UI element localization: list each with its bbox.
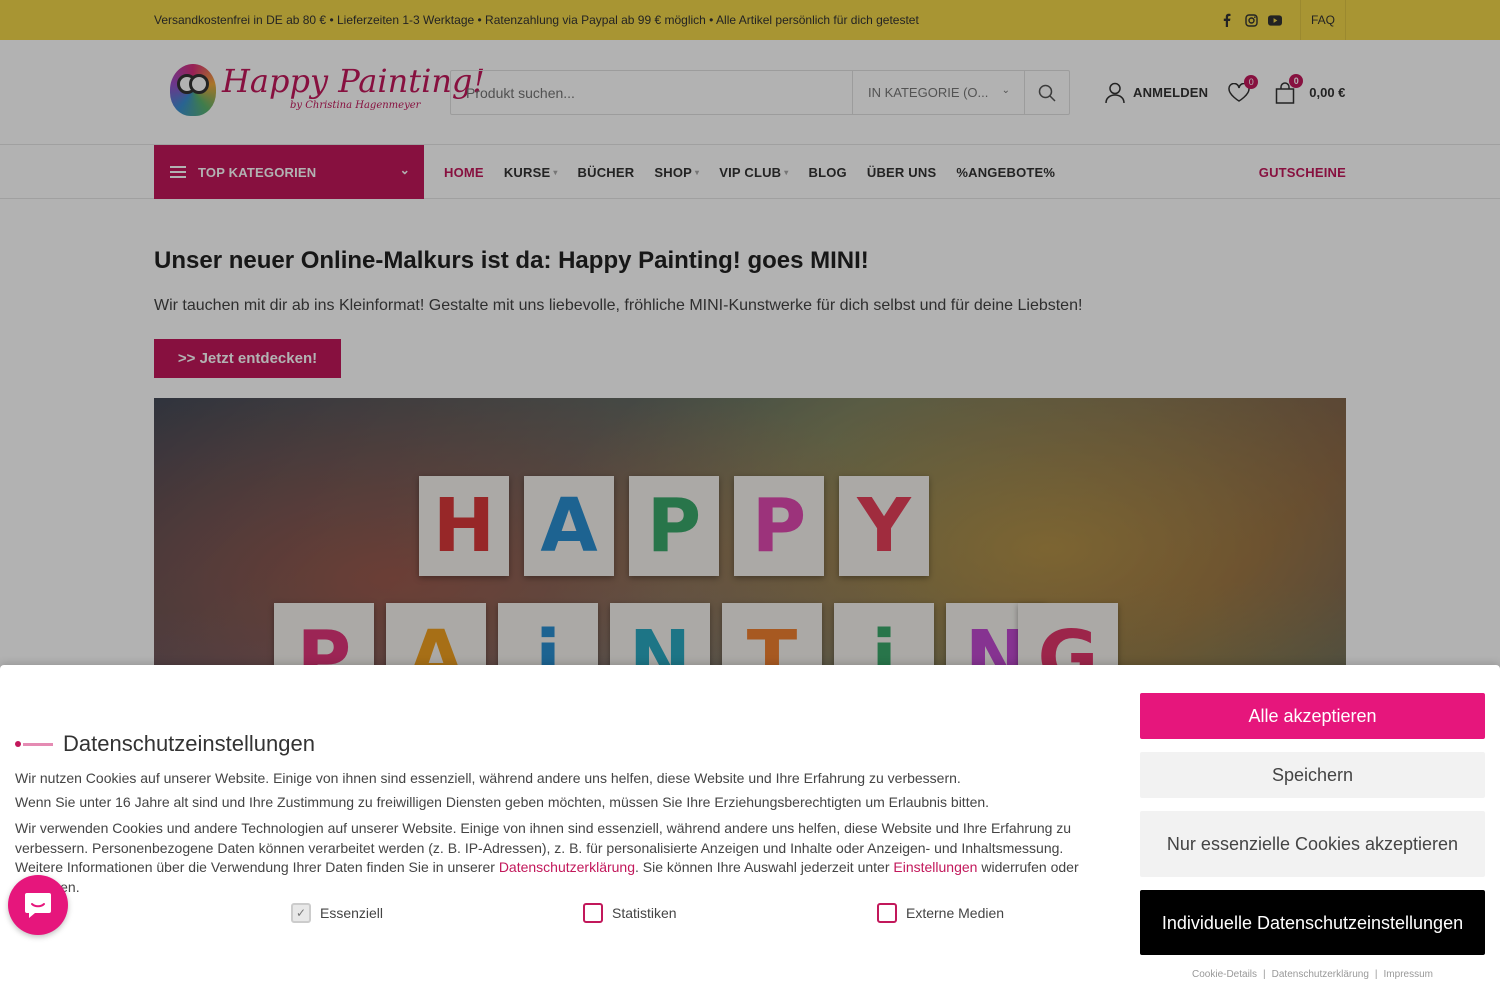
- cookie-footer-links: Cookie-Details | Datenschutzerklärung | …: [1140, 969, 1485, 980]
- privacy-policy-link[interactable]: Datenschutzerklärung: [499, 859, 635, 875]
- link-separator: |: [1263, 969, 1266, 980]
- cookie-details-link[interactable]: Cookie-Details: [1192, 969, 1257, 980]
- check-icon: ✓: [291, 903, 311, 923]
- checkbox-box: [877, 903, 897, 923]
- individual-settings-button[interactable]: Individuelle Datenschutzeinstellungen: [1140, 890, 1485, 955]
- chat-bubble-icon: [25, 893, 51, 918]
- checkbox-essenziell[interactable]: ✓ Essenziell: [291, 903, 383, 923]
- checkbox-label: Externe Medien: [906, 905, 1005, 921]
- cookie-title: Datenschutzeinstellungen: [63, 731, 315, 756]
- accept-essential-button[interactable]: Nur essenzielle Cookies akzeptieren: [1140, 811, 1485, 877]
- checkbox-statistiken[interactable]: Statistiken: [583, 903, 677, 923]
- banner-logo-icon: [15, 739, 55, 749]
- save-button[interactable]: Speichern: [1140, 752, 1485, 798]
- cookie-text-2: Wenn Sie unter 16 Jahre alt sind und Ihr…: [15, 794, 990, 810]
- consent-checkboxes: ✓ Essenziell Statistiken Externe Medien: [15, 903, 1105, 927]
- checkbox-externe-medien[interactable]: Externe Medien: [877, 903, 1004, 923]
- checkbox-box: [583, 903, 603, 923]
- chat-button[interactable]: [8, 875, 68, 935]
- cookie-text-1: Wir nutzen Cookies auf unserer Website. …: [15, 770, 961, 786]
- accept-all-button[interactable]: Alle akzeptieren: [1140, 693, 1485, 739]
- cookie-text-3: Wir verwenden Cookies und andere Technol…: [15, 819, 1105, 897]
- cookie-consent-banner: Datenschutzeinstellungen Wir nutzen Cook…: [0, 665, 1500, 1000]
- link-separator: |: [1374, 969, 1378, 980]
- privacy-policy-footer-link[interactable]: Datenschutzerklärung: [1272, 969, 1369, 980]
- settings-link[interactable]: Einstellungen: [893, 859, 977, 875]
- imprint-link[interactable]: Impressum: [1384, 969, 1433, 980]
- checkbox-label: Essenziell: [320, 905, 384, 921]
- cookie-text-part: . Sie können Ihre Auswahl jederzeit unte…: [635, 859, 894, 875]
- checkbox-label: Statistiken: [612, 905, 677, 921]
